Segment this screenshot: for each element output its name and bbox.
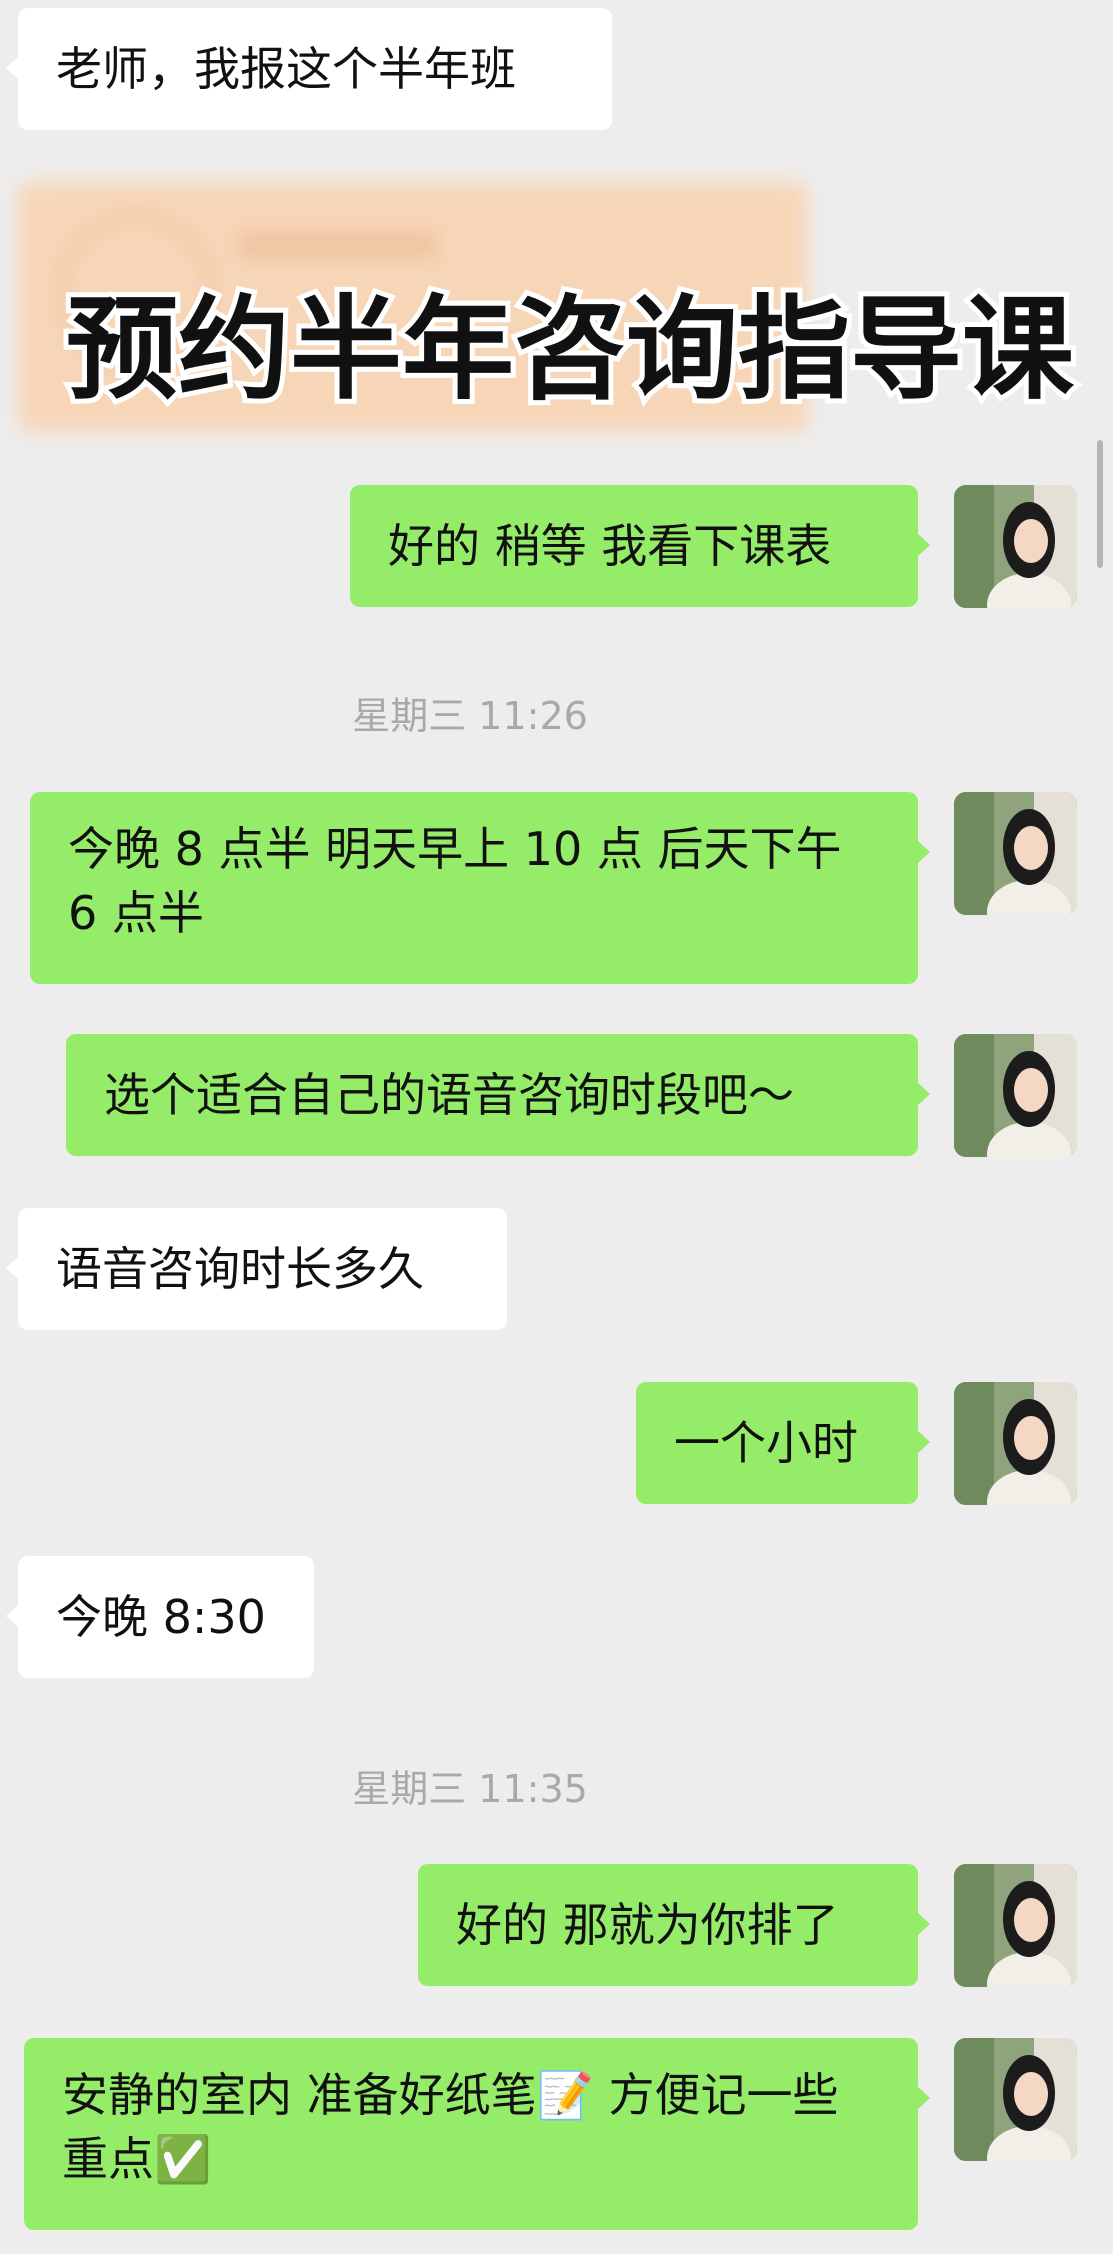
user-avatar[interactable] [954, 485, 1077, 608]
scrollbar[interactable] [1097, 440, 1103, 568]
message-text: 安静的室内 准备好纸笔📝 方便记一些重点✅ [62, 2068, 839, 2186]
avatar-photo-icon [954, 1034, 1077, 1157]
avatar-photo-icon [954, 1382, 1077, 1505]
message-text: 语音咨询时长多久 [56, 1242, 424, 1296]
message-bubble-incoming[interactable]: 今晚 8:30 [6, 1556, 314, 1678]
overlay-title: 预约半年咨询指导课 [61, 280, 1080, 420]
avatar-photo-icon [954, 2038, 1077, 2161]
user-avatar[interactable] [954, 1382, 1077, 1505]
message-text: 老师，我报这个半年班 [56, 42, 516, 96]
message-bubble-incoming[interactable]: 老师，我报这个半年班 [6, 8, 612, 130]
message-text: 一个小时 [674, 1416, 858, 1470]
message-text: 今晚 8 点半 明天早上 10 点 后天下午 6 点半 [68, 822, 842, 940]
chat-timestamp: 星期三 11:26 [352, 694, 588, 738]
overlay-title-text: 预约半年咨询指导课 [66, 285, 1075, 415]
message-bubble-outgoing[interactable]: 好的 稍等 我看下课表 [350, 485, 930, 607]
user-avatar[interactable] [954, 1864, 1077, 1987]
avatar-photo-icon [954, 485, 1077, 608]
message-bubble-incoming[interactable]: 语音咨询时长多久 [6, 1208, 507, 1330]
message-text: 今晚 8:30 [56, 1590, 266, 1644]
user-avatar[interactable] [954, 1034, 1077, 1157]
user-avatar[interactable] [954, 792, 1077, 915]
message-text: 好的 那就为你排了 [456, 1898, 839, 1952]
message-bubble-outgoing[interactable]: 今晚 8 点半 明天早上 10 点 后天下午 6 点半 [30, 792, 930, 984]
message-bubble-outgoing[interactable]: 好的 那就为你排了 [418, 1864, 930, 1986]
message-bubble-outgoing[interactable]: 选个适合自己的语音咨询时段吧～ [66, 1034, 930, 1156]
chat-timestamp: 星期三 11:35 [352, 1767, 588, 1811]
message-text: 好的 稍等 我看下课表 [388, 519, 832, 573]
avatar-photo-icon [954, 792, 1077, 915]
user-avatar[interactable] [954, 2038, 1077, 2161]
message-bubble-outgoing[interactable]: 安静的室内 准备好纸笔📝 方便记一些重点✅ [24, 2038, 930, 2230]
avatar-photo-icon [954, 1864, 1077, 1987]
message-bubble-outgoing[interactable]: 一个小时 [636, 1382, 930, 1504]
message-text: 选个适合自己的语音咨询时段吧～ [104, 1068, 794, 1122]
